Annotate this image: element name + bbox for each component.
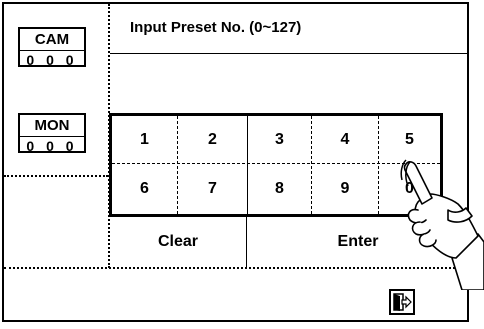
title-divider <box>110 53 467 54</box>
pointing-hand-icon <box>400 159 484 290</box>
exit-button[interactable] <box>389 289 415 315</box>
key-2[interactable]: 2 <box>178 116 247 163</box>
clear-button[interactable]: Clear <box>110 217 246 267</box>
page-title: Input Preset No. (0~127) <box>130 19 302 36</box>
cam-label: CAM <box>20 29 84 51</box>
key-6[interactable]: 6 <box>112 164 177 214</box>
left-panel-separator <box>4 175 108 177</box>
exit-door-icon <box>393 293 412 311</box>
key-3[interactable]: 3 <box>248 116 311 163</box>
key-8[interactable]: 8 <box>248 164 311 214</box>
key-1[interactable]: 1 <box>112 116 177 163</box>
cam-box: CAM 0 0 0 <box>18 27 86 68</box>
mon-label: MON <box>20 115 84 137</box>
mon-value: 0 0 0 <box>26 138 78 154</box>
key-4[interactable]: 4 <box>312 116 378 163</box>
bottom-bar-divider <box>4 267 467 269</box>
key-7[interactable]: 7 <box>178 164 247 214</box>
mon-box: MON 0 0 0 <box>18 113 86 154</box>
key-9[interactable]: 9 <box>312 164 378 214</box>
cam-value: 0 0 0 <box>26 52 78 68</box>
number-keypad: 1 2 3 4 5 6 7 8 9 0 <box>109 113 443 217</box>
